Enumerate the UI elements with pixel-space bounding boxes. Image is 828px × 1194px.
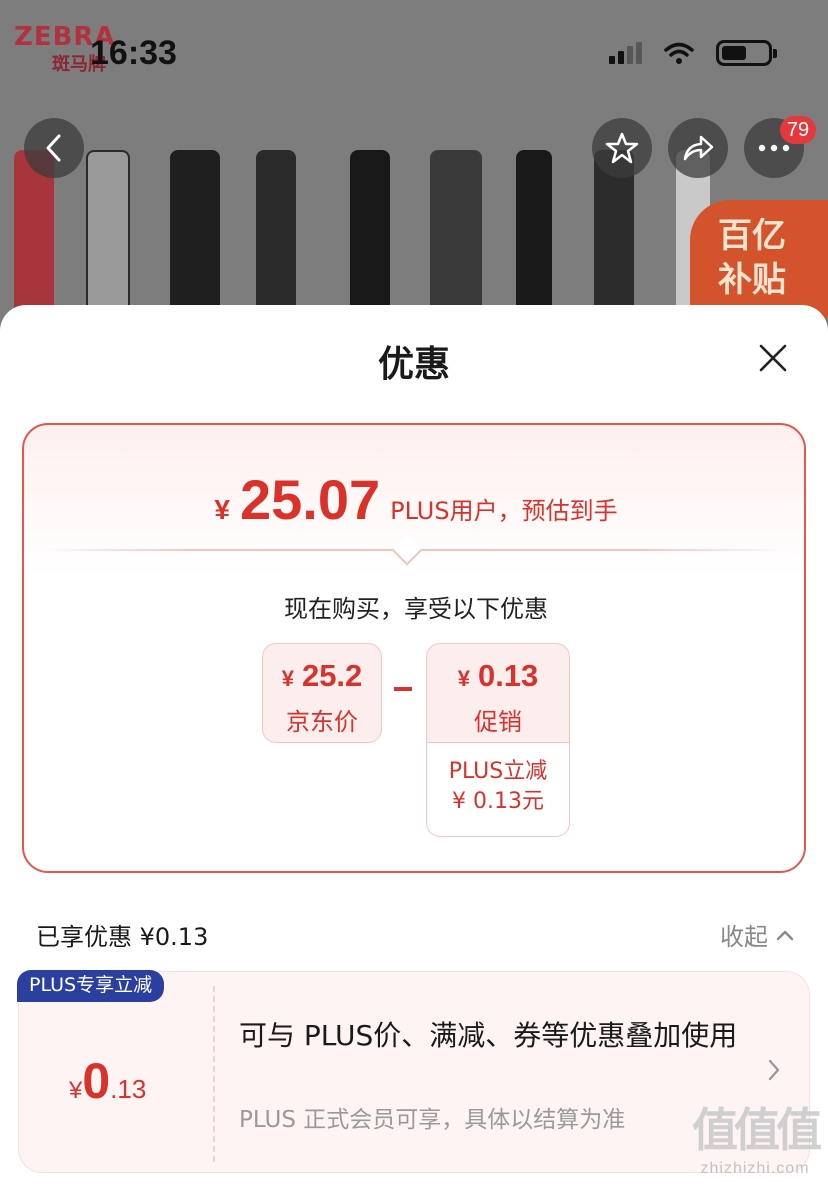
share-button[interactable] — [668, 118, 728, 178]
coupon-separator — [213, 986, 215, 1162]
coupon-value-dec: .13 — [110, 1074, 147, 1104]
product-image: ZEBRA 斑马牌 16:33 79 百亿 补贴 — [0, 0, 828, 330]
coupon-value-int: 0 — [82, 1053, 111, 1109]
coupon-title: 可与 PLUS价、满减、券等优惠叠加使用 — [239, 1019, 738, 1052]
status-time: 16:33 — [90, 34, 177, 72]
signal-icon — [609, 42, 642, 64]
jd-price-label: 京东价 — [286, 708, 358, 736]
promo-box: ¥0.13 促销 — [426, 643, 570, 743]
coupon-value: ¥ 0 .13 — [69, 1052, 146, 1110]
star-icon — [605, 132, 639, 164]
jd-price-currency: ¥ — [281, 666, 294, 691]
chevron-up-icon — [776, 930, 794, 940]
price-breakdown-card: ¥ 25.07 PLUS用户，预估到手 现在购买，享受以下优惠 ¥25.2 京东… — [22, 423, 806, 873]
estimate-currency: ¥ — [214, 494, 230, 525]
share-icon — [683, 135, 714, 161]
divider-notch — [391, 534, 423, 566]
site-watermark: 值值值 zhizhizhi.com — [692, 1094, 822, 1178]
plus-detail-line2: ¥ 0.13元 — [452, 789, 544, 814]
jd-price-box: ¥25.2 京东价 — [262, 643, 382, 743]
more-icon — [758, 144, 790, 152]
promo-label: 促销 — [474, 708, 522, 736]
wifi-icon — [664, 42, 694, 64]
plus-exclusive-tag: PLUS专享立减 — [17, 970, 165, 1002]
minus-sign — [394, 687, 412, 691]
buy-now-text: 现在购买，享受以下优惠 — [284, 595, 548, 623]
collapse-label: 收起 — [720, 923, 768, 951]
cart-count-badge: 79 — [780, 116, 816, 144]
promo-value: 0.13 — [477, 658, 539, 693]
promo-currency: ¥ — [457, 666, 470, 691]
jd-price-value: 25.2 — [301, 658, 363, 693]
collapse-button[interactable]: 收起 — [720, 917, 794, 952]
battery-icon — [716, 40, 777, 66]
plus-discount-detail: PLUS立减 ¥ 0.13元 — [426, 743, 570, 837]
sheet-title: 优惠 — [377, 344, 450, 385]
watermark-site: zhizhizhi.com — [700, 1160, 810, 1177]
status-icons — [609, 40, 777, 66]
coupon-description: PLUS 正式会员可享，具体以结算为准 — [239, 1107, 626, 1133]
coupon-currency: ¥ — [69, 1077, 83, 1104]
enjoyed-discount-label: 已享优惠 ¥0.13 — [36, 923, 209, 951]
estimated-price: ¥ 25.07 PLUS用户，预估到手 — [24, 467, 808, 532]
favorite-button[interactable] — [592, 118, 652, 178]
subsidy-badge: 百亿 补贴 — [690, 200, 828, 318]
discount-sheet: 优惠 ¥ 25.07 PLUS用户，预估到手 现在购买，享受以下优惠 ¥25.2… — [0, 305, 828, 1194]
close-icon[interactable] — [758, 343, 788, 373]
estimate-value: 25.07 — [239, 468, 381, 531]
estimate-label: PLUS用户，预估到手 — [390, 497, 618, 525]
back-icon — [46, 134, 61, 162]
subsidy-label-1: 百亿 — [718, 216, 786, 256]
chevron-right-icon — [768, 1059, 780, 1081]
plus-detail-line1: PLUS立减 — [448, 759, 548, 784]
back-button[interactable] — [24, 118, 84, 178]
subsidy-label-2: 补贴 — [718, 260, 786, 300]
watermark-logo: 值值值 — [692, 1103, 822, 1157]
